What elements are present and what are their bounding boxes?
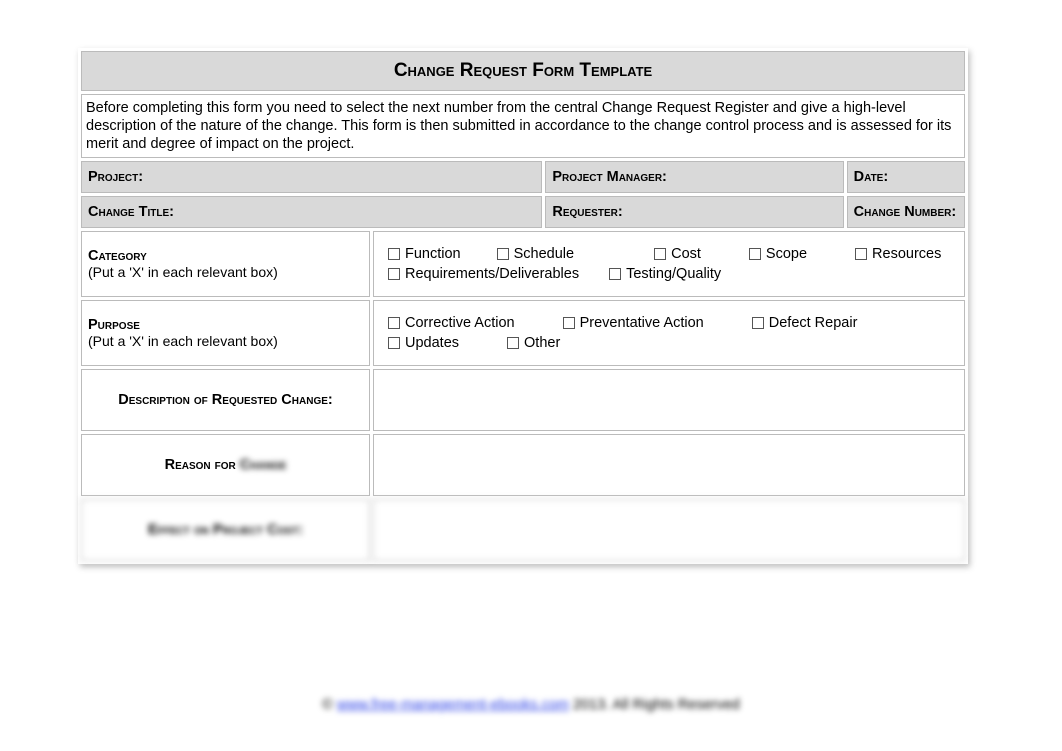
- checkbox-icon[interactable]: [609, 268, 621, 280]
- checkbox-option[interactable]: Testing/Quality: [609, 266, 721, 282]
- purpose-sub: (Put a 'X' in each relevant box): [88, 333, 278, 349]
- category-label: Category: [88, 248, 147, 264]
- form-title: Change Request Form Template: [81, 51, 965, 91]
- value-effect[interactable]: [373, 499, 965, 561]
- footer-post: 2013. All Rights Reserved: [569, 697, 740, 713]
- option-label: Corrective Action: [405, 315, 515, 331]
- option-label: Scope: [766, 246, 807, 262]
- category-options: Function Schedule Cost Scope Resources Requi…: [373, 231, 965, 297]
- option-label: Resources: [872, 246, 941, 262]
- label-requester: Requester:: [545, 196, 843, 228]
- checkbox-icon[interactable]: [388, 337, 400, 349]
- category-sub: (Put a 'X' in each relevant box): [88, 264, 278, 280]
- reason-blur: Change: [240, 457, 287, 473]
- purpose-options: Corrective Action Preventative Action Defe…: [373, 300, 965, 366]
- label-project: Project:: [81, 161, 542, 193]
- option-label: Defect Repair: [769, 315, 858, 331]
- purpose-label-cell: Purpose (Put a 'X' in each relevant box): [81, 300, 370, 366]
- checkbox-icon[interactable]: [497, 248, 509, 260]
- option-label: Preventative Action: [580, 315, 704, 331]
- option-label: Requirements/Deliverables: [405, 266, 579, 282]
- option-label: Updates: [405, 335, 459, 351]
- label-description: Description of Requested Change:: [81, 369, 370, 431]
- footer-pre: ©: [322, 697, 337, 713]
- checkbox-option[interactable]: Cost: [654, 246, 701, 262]
- label-change-number: Change Number:: [847, 196, 965, 228]
- checkbox-icon[interactable]: [388, 248, 400, 260]
- checkbox-option[interactable]: Defect Repair: [752, 315, 858, 331]
- change-request-form: Change Request Form Template Before comp…: [78, 48, 968, 564]
- intro-text: Before completing this form you need to …: [81, 94, 965, 158]
- checkbox-icon[interactable]: [855, 248, 867, 260]
- checkbox-option[interactable]: Preventative Action: [563, 315, 704, 331]
- label-reason: Reason for Change: [81, 434, 370, 496]
- checkbox-icon[interactable]: [752, 317, 764, 329]
- label-date: Date:: [847, 161, 965, 193]
- option-label: Cost: [671, 246, 701, 262]
- checkbox-option[interactable]: Requirements/Deliverables: [388, 266, 579, 282]
- checkbox-option[interactable]: Function: [388, 246, 461, 262]
- value-reason[interactable]: [373, 434, 965, 496]
- label-change-title: Change Title:: [81, 196, 542, 228]
- footer-link[interactable]: www.free-management-ebooks.com: [337, 697, 569, 713]
- label-effect: Effect on Project Cost:: [81, 499, 370, 561]
- checkbox-option[interactable]: Corrective Action: [388, 315, 515, 331]
- checkbox-icon[interactable]: [507, 337, 519, 349]
- checkbox-option[interactable]: Resources: [855, 246, 941, 262]
- footer: © www.free-management-ebooks.com 2013. A…: [0, 697, 1062, 713]
- option-label: Function: [405, 246, 461, 262]
- checkbox-option[interactable]: Schedule: [497, 246, 574, 262]
- purpose-label: Purpose: [88, 317, 140, 333]
- label-project-manager: Project Manager:: [545, 161, 843, 193]
- checkbox-icon[interactable]: [654, 248, 666, 260]
- option-label: Schedule: [514, 246, 574, 262]
- checkbox-option[interactable]: Scope: [749, 246, 807, 262]
- option-label: Other: [524, 335, 560, 351]
- checkbox-icon[interactable]: [388, 317, 400, 329]
- checkbox-option[interactable]: Other: [507, 335, 560, 351]
- checkbox-icon[interactable]: [749, 248, 761, 260]
- reason-prefix: Reason for: [165, 457, 236, 473]
- value-description[interactable]: [373, 369, 965, 431]
- checkbox-option[interactable]: Updates: [388, 335, 459, 351]
- checkbox-icon[interactable]: [388, 268, 400, 280]
- option-label: Testing/Quality: [626, 266, 721, 282]
- category-label-cell: Category (Put a 'X' in each relevant box…: [81, 231, 370, 297]
- checkbox-icon[interactable]: [563, 317, 575, 329]
